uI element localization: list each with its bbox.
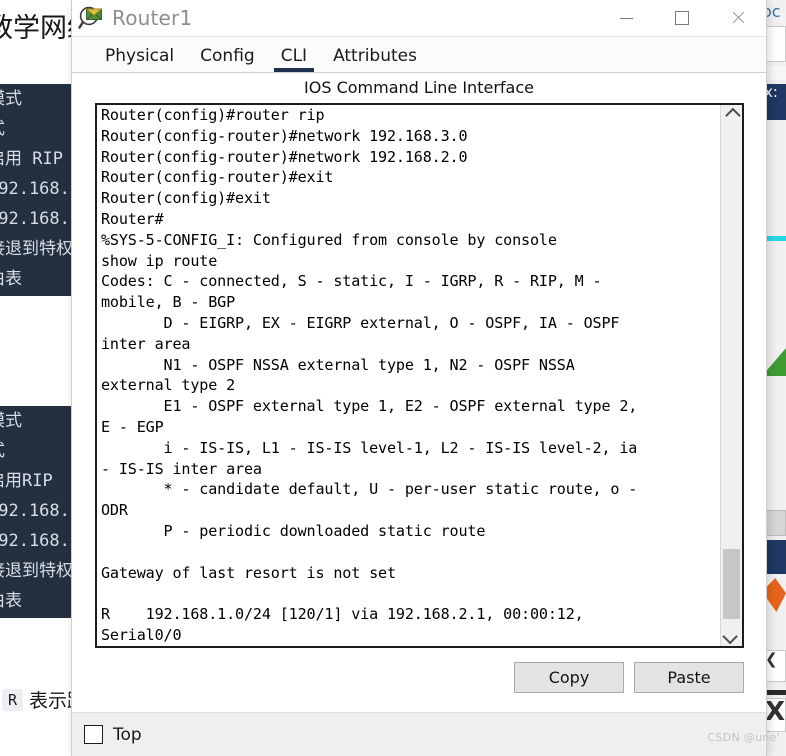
cli-terminal-container: Router(config)#router rip Router(config-… (95, 103, 744, 648)
maximize-button[interactable] (654, 0, 710, 36)
scrollbar-thumb[interactable] (723, 548, 740, 619)
window-titlebar[interactable]: Router1 (72, 0, 766, 37)
background-code-line: 接退到特权 (0, 239, 73, 259)
background-code-line: 模式 (0, 411, 22, 431)
background-code-line: 由表 (0, 591, 22, 611)
terminal-scrollbar[interactable] (720, 105, 742, 646)
background-code-line: 192.168.2.0 (0, 531, 78, 551)
background-sliver-label: X (765, 697, 786, 727)
tab-physical[interactable]: Physical (92, 46, 187, 72)
window-controls (598, 0, 766, 36)
scroll-down-arrow-icon[interactable] (721, 626, 742, 646)
cli-terminal-text: Router(config)#router rip Router(config-… (101, 106, 638, 644)
cli-terminal-output[interactable]: Router(config)#router rip Router(config-… (97, 105, 720, 646)
background-code-line: 启用 RIP (0, 149, 63, 169)
paste-button[interactable]: Paste (634, 662, 744, 693)
top-checkbox-label: Top (113, 724, 142, 745)
tab-bar: Physical Config CLI Attributes (72, 37, 766, 73)
background-left-column: 教学网络 模式 式 启用 RIP 192.168.3.0 192.168.2.0… (0, 0, 78, 756)
top-checkbox[interactable] (84, 725, 103, 744)
background-code-block-two: 模式 式 启用RIP 192.168.3.0 192.168.2.0 接退到特权… (0, 406, 78, 618)
background-note-key: R (2, 688, 24, 711)
watermark: CSDN @une' (707, 731, 780, 744)
background-heading: 教学网络 (0, 13, 78, 44)
tab-attributes[interactable]: Attributes (320, 46, 430, 72)
background-note: R 表示路由 (2, 686, 78, 713)
copy-button[interactable]: Copy (514, 662, 624, 693)
window-bottom-bar: Top (72, 712, 766, 756)
magnifier-envelope-icon (78, 6, 104, 30)
background-code-line: 接退到特权 (0, 561, 73, 581)
background-code-line: 由表 (0, 269, 22, 289)
tab-config[interactable]: Config (187, 46, 268, 72)
background-code-line: 启用RIP (0, 471, 53, 491)
background-code-line: 192.168.3.0 (0, 179, 78, 199)
router-device-window: Router1 Physical Config CLI Attributes I… (72, 0, 766, 756)
background-code-line: 式 (0, 436, 78, 466)
action-button-row: Copy Paste (72, 662, 766, 693)
close-button[interactable] (710, 0, 766, 36)
minimize-button[interactable] (598, 0, 654, 36)
panel-title: IOS Command Line Interface (72, 73, 766, 103)
background-code-line: 192.168.2.0 (0, 209, 78, 229)
background-code-line: 192.168.3.0 (0, 501, 78, 521)
window-title: Router1 (112, 6, 193, 30)
scroll-up-arrow-icon[interactable] (721, 105, 742, 125)
background-code-block-one: 模式 式 启用 RIP 192.168.3.0 192.168.2.0 接退到特… (0, 84, 78, 296)
background-code-line: 模式 (0, 89, 22, 109)
background-code-line: 式 (0, 114, 78, 144)
background-note-text: 表示路由 (29, 690, 78, 712)
tab-cli[interactable]: CLI (268, 46, 320, 72)
